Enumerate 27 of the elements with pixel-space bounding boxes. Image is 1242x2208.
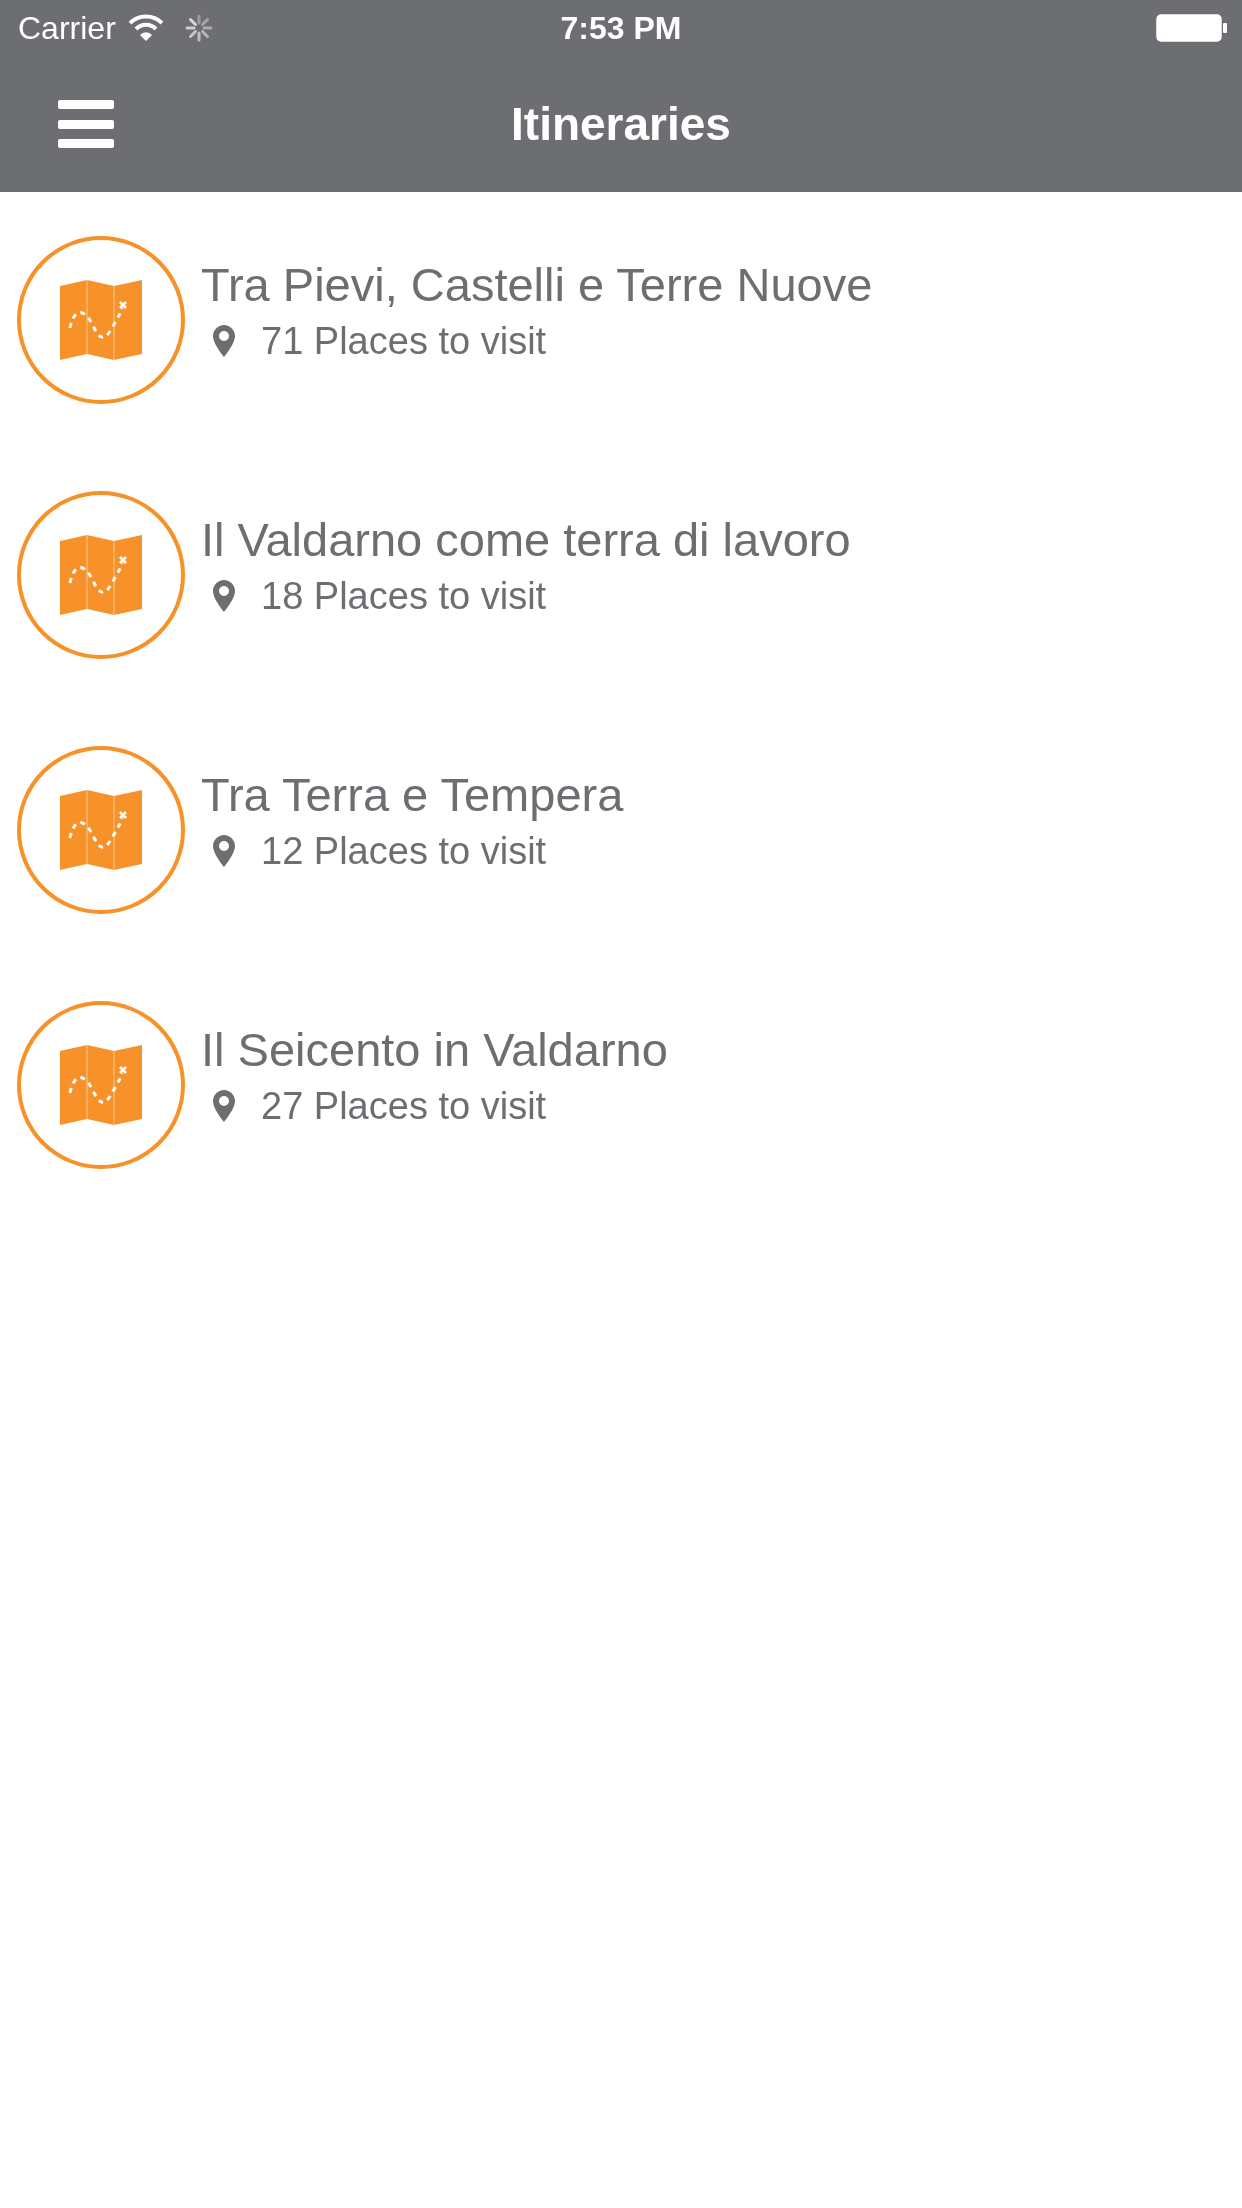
wifi-icon [127,14,164,42]
itinerary-title: Il Seicento in Valdarno [201,1021,668,1077]
itinerary-title: Tra Pievi, Castelli e Terre Nuove [201,256,873,312]
itinerary-row[interactable]: Tra Terra e Tempera 12 Places to visit [0,702,1242,957]
map-icon [60,277,142,362]
map-icon [60,787,142,872]
battery-icon [1156,13,1228,43]
map-icon [60,532,142,617]
status-time: 7:53 PM [560,9,682,47]
itinerary-row[interactable]: Tra Pievi, Castelli e Terre Nuove 71 Places to visit [0,192,1242,447]
carrier-label: Carrier [18,9,116,47]
itinerary-title: Tra Terra e Tempera [201,766,624,822]
menu-button[interactable] [58,100,114,148]
screen-title: Itineraries [511,97,731,151]
location-pin-icon [213,1090,235,1122]
location-pin-icon [213,580,235,612]
places-count: 12 Places to visit [261,829,547,873]
location-pin-icon [213,835,235,867]
places-count: 27 Places to visit [261,1084,547,1128]
places-count: 18 Places to visit [261,574,547,618]
location-pin-icon [213,325,235,357]
itinerary-row[interactable]: Il Seicento in Valdarno 27 Places to visit [0,957,1242,1212]
itinerary-title: Il Valdarno come terra di lavoro [201,511,851,567]
activity-spinner-icon [183,13,214,43]
map-icon [60,1042,142,1127]
itinerary-row[interactable]: Il Valdarno come terra di lavoro 18 Places to visit [0,447,1242,702]
places-count: 71 Places to visit [261,319,547,363]
